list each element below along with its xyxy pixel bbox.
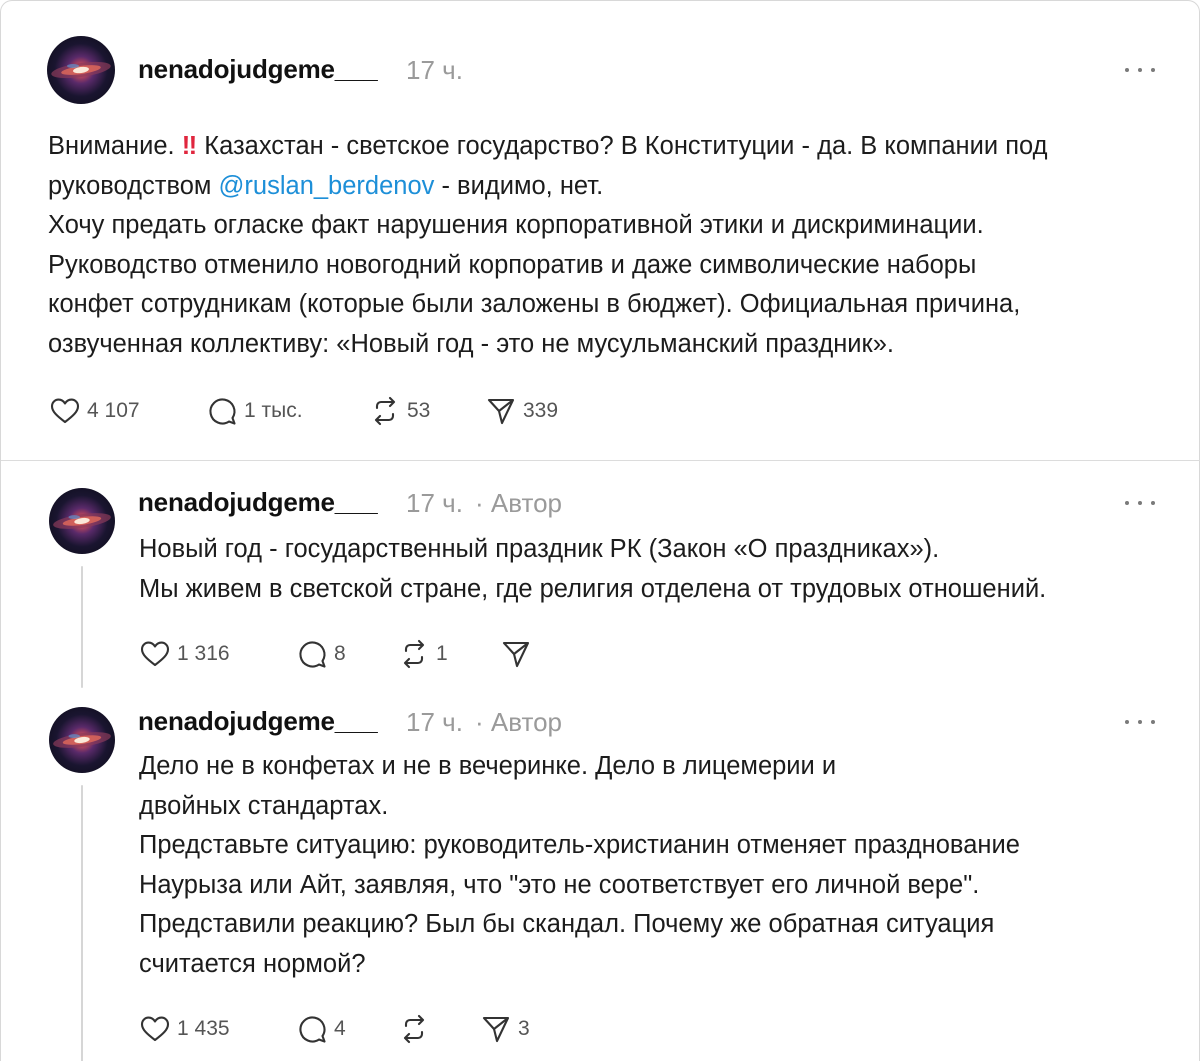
heart-icon: [50, 398, 80, 424]
post-actions: 4 107 1 тыс. 53 339: [49, 394, 558, 428]
thread-line: [81, 566, 83, 688]
reply-body: Новый год - государственный праздник РК …: [139, 530, 1046, 609]
reply-body: Дело не в конфетах и не в вечеринке. Дел…: [139, 747, 1020, 984]
post-time[interactable]: 17 ч.: [406, 55, 463, 86]
avatar-image: [53, 732, 111, 748]
repost-icon: [403, 639, 425, 669]
post-line-1: Внимание. ‼ Казахстан - светское государ…: [48, 132, 1048, 160]
mention-link[interactable]: @ruslan_berdenov: [219, 172, 435, 200]
comment-button[interactable]: 4: [296, 1013, 398, 1045]
reply-username[interactable]: nenadojudgeme___: [138, 706, 378, 737]
repost-icon: [403, 1014, 425, 1044]
like-button[interactable]: 1 435: [139, 1013, 296, 1045]
reply-line: Мы живем в светской стране, где религия …: [139, 574, 1047, 603]
comment-button[interactable]: 1 тыс.: [206, 395, 369, 427]
reply-line: Дело не в конфетах и не в вечеринке. Дел…: [139, 752, 837, 780]
send-icon: [487, 398, 515, 425]
share-button[interactable]: [500, 638, 538, 670]
comment-bubble-icon: [209, 398, 236, 425]
avatar[interactable]: [49, 707, 115, 773]
author-badge: · Автор: [475, 488, 563, 518]
repost-icon: [374, 396, 396, 426]
reply-line: Представили реакцию? Был бы скандал. Поч…: [139, 910, 995, 938]
post-line-2: руководством @ruslan_berdenov - видимо, …: [48, 171, 604, 200]
repost-button[interactable]: 53: [369, 395, 485, 427]
share-button[interactable]: 3: [480, 1013, 530, 1045]
author-badge: · Автор: [475, 707, 563, 737]
reply-actions: 1 316 8 1: [139, 637, 538, 671]
send-icon: [482, 1016, 510, 1043]
thread-line: [81, 785, 83, 1061]
like-button[interactable]: 4 107: [49, 395, 206, 427]
heart-icon: [140, 1016, 170, 1042]
like-button[interactable]: 1 316: [139, 638, 296, 670]
thread-card: nenadojudgeme___ 17 ч. Внимание. ‼ Казах…: [0, 0, 1200, 1061]
heart-icon: [140, 641, 170, 667]
post-username[interactable]: nenadojudgeme___: [138, 54, 378, 85]
more-dots-icon[interactable]: [1125, 717, 1155, 727]
comment-count: 8: [334, 642, 346, 665]
double-exclamation-emoji: ‼: [181, 132, 198, 160]
post-line-5: конфет сотрудникам (которые были заложен…: [48, 290, 1021, 318]
repost-count: 53: [407, 399, 431, 422]
post-line-4: Руководство отменило новогодний корпорат…: [48, 250, 977, 279]
comment-bubble-icon: [299, 641, 326, 668]
like-count: 1 435: [177, 1017, 230, 1040]
avatar[interactable]: [49, 488, 115, 554]
comment-count: 1 тыс.: [244, 399, 303, 422]
more-dots-icon[interactable]: [1125, 498, 1155, 508]
reply-username[interactable]: nenadojudgeme___: [138, 487, 378, 518]
comment-bubble-icon: [299, 1016, 326, 1043]
divider: [1, 460, 1200, 461]
reply-actions: 1 435 4 3: [139, 1012, 530, 1046]
reply-time[interactable]: 17 ч.: [406, 488, 463, 519]
post-body: Внимание. ‼ Казахстан - светское государ…: [48, 127, 1048, 364]
reply-line: Представьте ситуацию: руководитель-христ…: [139, 831, 1020, 859]
reply-line: Новый год - государственный праздник РК …: [139, 535, 940, 563]
post-line-6: озвученная коллективу: «Новый год - это …: [48, 329, 894, 358]
share-count: 339: [523, 399, 559, 422]
comment-count: 4: [334, 1017, 346, 1040]
reply-line: считается нормой?: [139, 949, 366, 978]
reply-time[interactable]: 17 ч.: [406, 707, 463, 738]
send-icon: [502, 641, 530, 668]
more-dots-icon[interactable]: [1125, 65, 1155, 75]
avatar[interactable]: [47, 36, 115, 104]
share-count: 3: [518, 1017, 530, 1040]
share-button[interactable]: 339: [485, 395, 558, 427]
reply-line: двойных стандартах.: [139, 791, 389, 820]
repost-button[interactable]: [398, 1013, 480, 1045]
repost-count: 1: [436, 642, 448, 665]
post-line-3: Хочу предать огласке факт нарушения корп…: [48, 211, 984, 239]
avatar-image: [51, 61, 111, 79]
reply-line: Наурыза или Айт, заявляя, что "это не со…: [139, 870, 980, 899]
like-count: 1 316: [177, 642, 230, 665]
comment-button[interactable]: 8: [296, 638, 398, 670]
avatar-image: [53, 513, 111, 529]
like-count: 4 107: [87, 399, 140, 422]
repost-button[interactable]: 1: [398, 638, 500, 670]
